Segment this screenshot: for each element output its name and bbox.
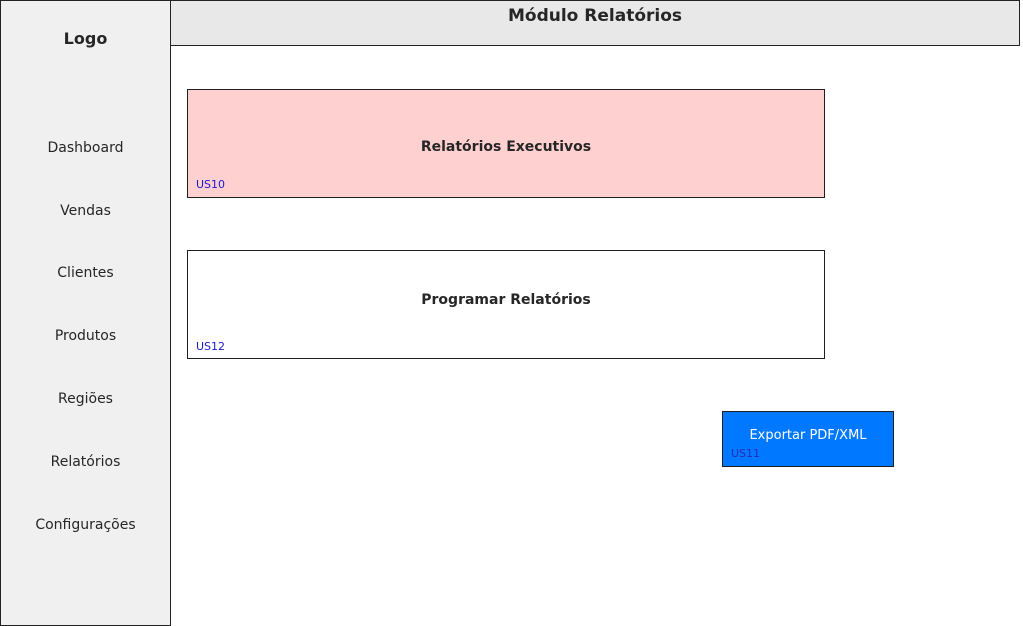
export-button-label: Exportar PDF/XML <box>749 428 867 443</box>
header: Módulo Relatórios <box>170 0 1020 46</box>
sidebar-item-relatorios[interactable]: Relatórios <box>1 452 170 472</box>
executive-reports-tag: US10 <box>196 178 226 191</box>
schedule-reports-title: Programar Relatórios <box>421 292 591 308</box>
sidebar-item-dashboard[interactable]: Dashboard <box>1 138 170 158</box>
executive-reports-title: Relatórios Executivos <box>420 139 592 155</box>
export-pdf-xml-button[interactable]: Exportar PDF/XML US11 <box>722 411 894 467</box>
schedule-reports-tag: US12 <box>196 340 226 353</box>
executive-reports-card[interactable]: Relatórios Executivos US10 <box>187 89 825 198</box>
export-button-tag: US11 <box>731 447 761 460</box>
sidebar-item-produtos[interactable]: Produtos <box>1 326 170 346</box>
sidebar-item-clientes[interactable]: Clientes <box>1 263 170 283</box>
schedule-reports-card[interactable]: Programar Relatórios US12 <box>187 250 825 359</box>
page-title: Módulo Relatórios <box>507 6 683 26</box>
sidebar: Logo Dashboard Vendas Clientes Produtos … <box>0 0 171 626</box>
sidebar-item-vendas[interactable]: Vendas <box>1 201 170 221</box>
sidebar-item-configuracoes[interactable]: Configurações <box>1 515 170 535</box>
sidebar-item-regioes[interactable]: Regiões <box>1 389 170 409</box>
logo: Logo <box>63 29 108 48</box>
